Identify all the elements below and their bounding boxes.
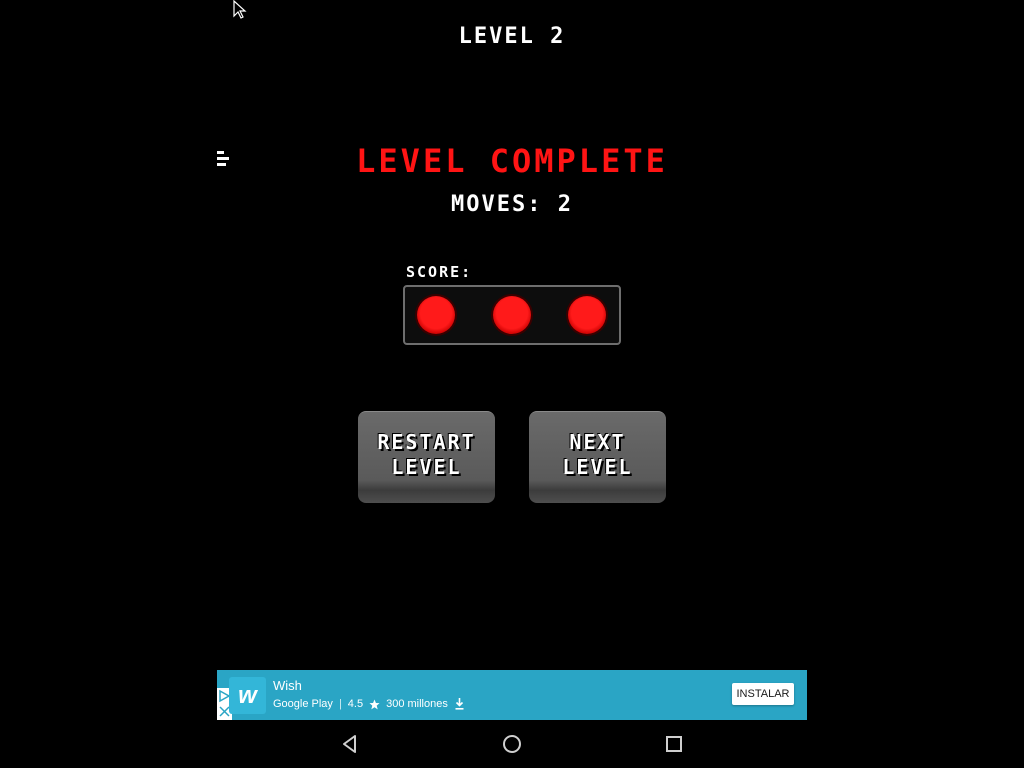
- navigation-bar: [0, 720, 1024, 768]
- restart-level-button[interactable]: RESTART LEVEL: [358, 411, 495, 503]
- next-button-label-line1: NEXT: [569, 429, 626, 454]
- next-level-button[interactable]: NEXT LEVEL: [529, 411, 666, 503]
- mouse-cursor-icon: [233, 0, 247, 19]
- recents-icon[interactable]: [662, 732, 686, 756]
- ad-banner[interactable]: w Wish Google Play | 4.5 300 millones IN…: [217, 670, 807, 720]
- ad-meta: Google Play | 4.5 300 millones: [273, 698, 465, 710]
- ad-rating: 4.5: [347, 698, 364, 710]
- score-panel: [403, 285, 621, 345]
- score-label: SCORE:: [406, 263, 473, 281]
- ad-app-name: Wish: [273, 678, 302, 693]
- next-button-label-line2: LEVEL: [562, 454, 633, 479]
- download-icon: [455, 698, 464, 710]
- moves-counter: MOVES: 2: [451, 192, 573, 217]
- ad-downloads: 300 millones: [386, 698, 448, 710]
- level-title: LEVEL 2: [458, 24, 566, 49]
- ad-store-name: Google Play: [273, 698, 333, 710]
- star-icon: [369, 699, 380, 709]
- score-dot-icon: [417, 296, 455, 334]
- score-dot-icon: [493, 296, 531, 334]
- score-dot-icon: [568, 296, 606, 334]
- restart-button-label-line1: RESTART: [377, 429, 476, 454]
- back-icon[interactable]: [338, 732, 362, 756]
- wish-logo-icon: w: [229, 677, 266, 714]
- ad-install-button[interactable]: INSTALAR: [732, 683, 794, 705]
- home-icon[interactable]: [500, 732, 524, 756]
- ad-divider: |: [338, 698, 342, 710]
- restart-button-label-line2: LEVEL: [391, 454, 462, 479]
- level-complete-title: LEVEL COMPLETE: [356, 142, 668, 180]
